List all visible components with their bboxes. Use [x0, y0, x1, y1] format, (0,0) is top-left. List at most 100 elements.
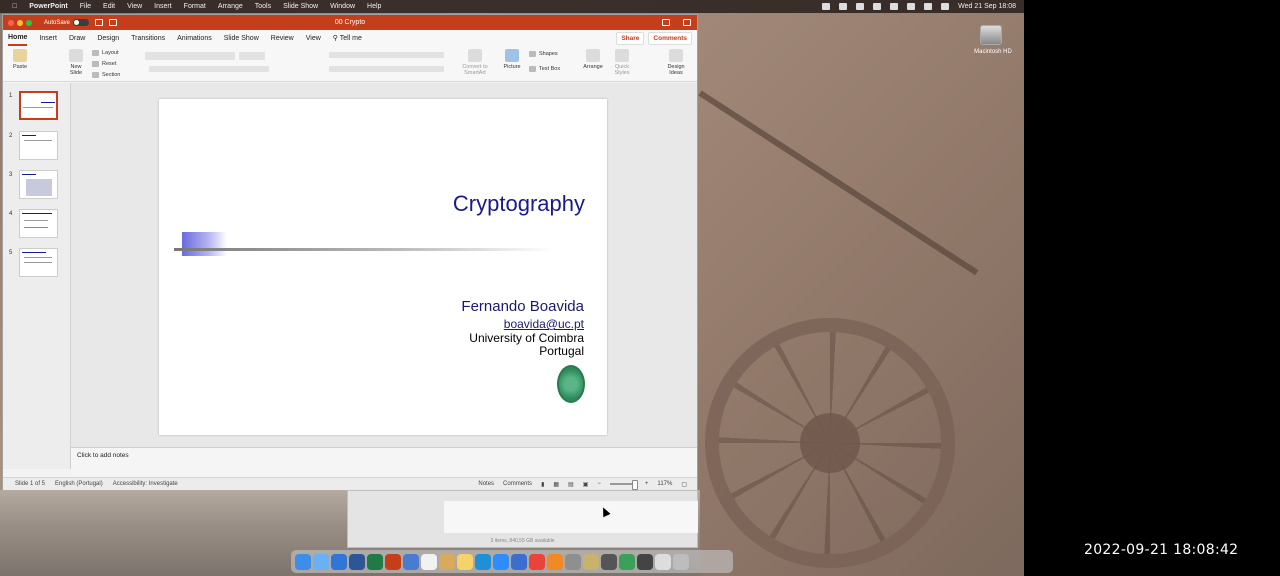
mail-icon[interactable]	[313, 553, 329, 570]
tab-view[interactable]: View	[306, 32, 321, 45]
shapes-button[interactable]: Shapes	[529, 51, 558, 57]
fit-to-window-icon[interactable]: ▢	[681, 481, 687, 488]
menubar-clock[interactable]: Wed 21 Sep 18:08	[958, 3, 1016, 10]
text-box-button[interactable]: Text Box	[529, 66, 560, 72]
search-icon[interactable]	[924, 3, 933, 10]
slide-thumbnail-5[interactable]	[19, 248, 58, 277]
reading-view-icon[interactable]: ▤	[568, 481, 574, 488]
author-university[interactable]: University of Coimbra	[469, 331, 584, 345]
skype-icon[interactable]	[475, 553, 491, 570]
tab-insert[interactable]: Insert	[39, 32, 57, 45]
zoom-app-icon[interactable]	[493, 553, 509, 570]
language-indicator[interactable]: English (Portugal)	[55, 481, 103, 487]
section-button[interactable]: Section	[92, 72, 120, 78]
time-machine-icon[interactable]	[907, 3, 916, 10]
menu-edit[interactable]: Edit	[103, 3, 115, 10]
autosave-toggle[interactable]	[73, 19, 90, 26]
wifi-icon[interactable]	[890, 3, 899, 10]
font-size-select[interactable]	[239, 52, 265, 60]
slideshow-view-icon[interactable]: ▣	[583, 481, 589, 488]
notes-toggle[interactable]: Notes	[478, 481, 494, 487]
zoom-window-button[interactable]	[26, 19, 32, 26]
accessibility-checker[interactable]: Accessibility: Investigate	[113, 481, 178, 487]
paragraph-list-controls[interactable]	[329, 52, 444, 58]
save-icon[interactable]	[109, 19, 118, 26]
zoom-level[interactable]: 117%	[657, 481, 672, 487]
tab-animations[interactable]: Animations	[177, 32, 212, 45]
document-icon[interactable]	[655, 553, 671, 570]
layout-button[interactable]: Layout	[92, 50, 119, 56]
record-icon[interactable]	[822, 3, 831, 10]
menu-slide-show[interactable]: Slide Show	[283, 3, 318, 10]
hard-drive-icon[interactable]	[980, 25, 1002, 45]
paragraph-align-controls[interactable]	[329, 66, 444, 72]
chrome-icon[interactable]	[529, 553, 545, 570]
design-ideas-button[interactable]: Design Ideas	[663, 49, 689, 76]
folder-icon[interactable]	[457, 553, 473, 570]
paste-button[interactable]: Paste	[9, 49, 31, 70]
trash-icon[interactable]	[673, 553, 689, 570]
notes-pane[interactable]: Click to add notes	[71, 447, 697, 477]
teams-icon[interactable]	[511, 553, 527, 570]
photo-icon[interactable]	[637, 553, 653, 570]
slide-1[interactable]: Cryptography Fernando Boavida boavida@uc…	[159, 99, 607, 435]
quick-styles-button[interactable]: Quick Styles	[610, 49, 634, 76]
zoom-out-icon[interactable]: −	[597, 481, 601, 487]
author-country[interactable]: Portugal	[539, 344, 584, 358]
author-email[interactable]: boavida@uc.pt	[504, 317, 584, 331]
safari-icon[interactable]	[331, 553, 347, 570]
finder-icon[interactable]	[295, 553, 311, 570]
slide-sorter-icon[interactable]: ▦	[553, 481, 559, 488]
grid-icon[interactable]	[856, 3, 865, 10]
preview-icon[interactable]	[403, 553, 419, 570]
comments-button[interactable]: Comments	[648, 31, 692, 45]
menu-file[interactable]: File	[80, 3, 91, 10]
slide-thumbnail-2[interactable]	[19, 131, 58, 160]
share-people-icon[interactable]	[683, 19, 691, 26]
apple-icon[interactable]: 	[12, 3, 17, 10]
tab-design[interactable]: Design	[97, 32, 119, 45]
excel-icon[interactable]	[367, 553, 383, 570]
menu-tools[interactable]: Tools	[255, 3, 271, 10]
reset-button[interactable]: Reset	[92, 61, 116, 67]
zoom-in-icon[interactable]: +	[645, 481, 649, 487]
share-button[interactable]: Share	[616, 31, 645, 45]
normal-view-icon[interactable]: ▮	[541, 481, 544, 488]
slide-thumbnail-1[interactable]	[19, 91, 58, 120]
slide-thumbnail-3[interactable]	[19, 170, 58, 199]
green-app-icon[interactable]	[619, 553, 635, 570]
search-icon[interactable]	[662, 19, 670, 26]
menu-app-name[interactable]: PowerPoint	[29, 3, 68, 10]
menu-arrange[interactable]: Arrange	[218, 3, 243, 10]
minimize-window-button[interactable]	[17, 19, 23, 26]
slide-thumbnail-4[interactable]	[19, 209, 58, 238]
picture-button[interactable]: Picture	[501, 49, 523, 70]
author-name[interactable]: Fernando Boavida	[461, 298, 584, 315]
tab-home[interactable]: Home	[8, 31, 28, 46]
calendar-icon[interactable]	[421, 553, 437, 570]
menu-view[interactable]: View	[127, 3, 142, 10]
menu-help[interactable]: Help	[367, 3, 381, 10]
tab-transitions[interactable]: Transitions	[131, 32, 165, 45]
menu-format[interactable]: Format	[184, 3, 206, 10]
arrange-button[interactable]: Arrange	[581, 49, 605, 70]
battery-icon[interactable]	[873, 3, 882, 10]
slide-title[interactable]: Cryptography	[453, 191, 585, 217]
home-icon[interactable]	[95, 19, 104, 26]
menu-window[interactable]: Window	[330, 3, 355, 10]
powerpoint-icon[interactable]	[385, 553, 401, 570]
control-center-icon[interactable]	[941, 3, 950, 10]
tab-review[interactable]: Review	[271, 32, 294, 45]
system-prefs-icon[interactable]	[565, 553, 581, 570]
word-icon[interactable]	[349, 553, 365, 570]
tell-me-search[interactable]: ⚲ Tell me	[333, 31, 362, 45]
font-format-controls[interactable]	[149, 66, 269, 72]
font-family-select[interactable]	[145, 52, 235, 60]
vlc-icon[interactable]	[547, 553, 563, 570]
tab-slide-show[interactable]: Slide Show	[224, 32, 259, 45]
zoom-slider[interactable]	[609, 480, 638, 490]
comments-toggle[interactable]: Comments	[503, 481, 532, 487]
convert-smartart-button[interactable]: Convert to SmartArt	[459, 49, 491, 76]
menu-insert[interactable]: Insert	[154, 3, 172, 10]
notes-app-icon[interactable]	[439, 553, 455, 570]
